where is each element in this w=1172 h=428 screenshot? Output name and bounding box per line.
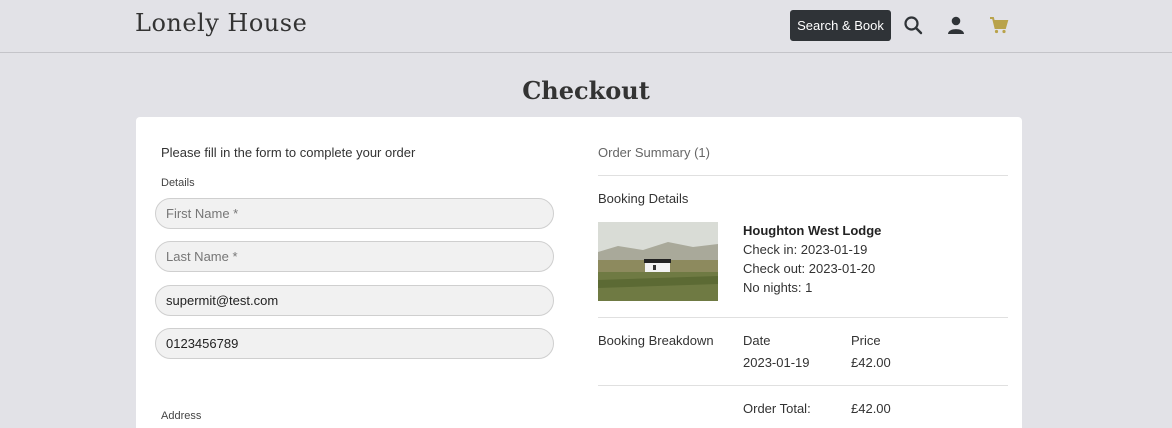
breakdown-price: £42.00 — [851, 355, 891, 370]
search-icon[interactable] — [903, 15, 923, 35]
details-divider — [598, 317, 1008, 318]
breakdown-date: 2023-01-19 — [743, 355, 810, 370]
search-book-button[interactable]: Search & Book — [790, 10, 891, 41]
nights-count: No nights: 1 — [743, 280, 813, 295]
price-column-header: Price — [851, 333, 881, 348]
order-total-label: Order Total: — [743, 401, 811, 416]
check-out-date: Check out: 2023-01-20 — [743, 261, 876, 276]
phone-field[interactable] — [155, 328, 554, 359]
brand-logo[interactable]: Lonely House — [135, 9, 307, 37]
email-field[interactable] — [155, 285, 554, 316]
cart-icon[interactable] — [989, 15, 1009, 35]
booking-breakdown-label: Booking Breakdown — [598, 333, 714, 348]
booking-details-label: Booking Details — [598, 191, 689, 206]
address-label: Address — [161, 410, 202, 422]
summary-divider — [598, 175, 1008, 176]
page-title: Checkout — [522, 76, 650, 105]
details-label: Details — [161, 177, 195, 189]
property-name: Houghton West Lodge — [743, 223, 882, 238]
first-name-field[interactable] — [155, 198, 554, 229]
breakdown-divider — [598, 385, 1008, 386]
property-thumbnail — [598, 222, 718, 301]
checkout-card: Please fill in the form to complete your… — [136, 117, 1022, 428]
order-summary-title: Order Summary (1) — [598, 145, 710, 160]
user-icon[interactable] — [946, 15, 966, 35]
last-name-field[interactable] — [155, 241, 554, 272]
order-total-value: £42.00 — [851, 401, 891, 416]
form-intro: Please fill in the form to complete your… — [161, 145, 416, 160]
check-in-date: Check in: 2023-01-19 — [743, 242, 868, 257]
date-column-header: Date — [743, 333, 771, 348]
navbar: Lonely House Search & Book — [0, 0, 1172, 53]
